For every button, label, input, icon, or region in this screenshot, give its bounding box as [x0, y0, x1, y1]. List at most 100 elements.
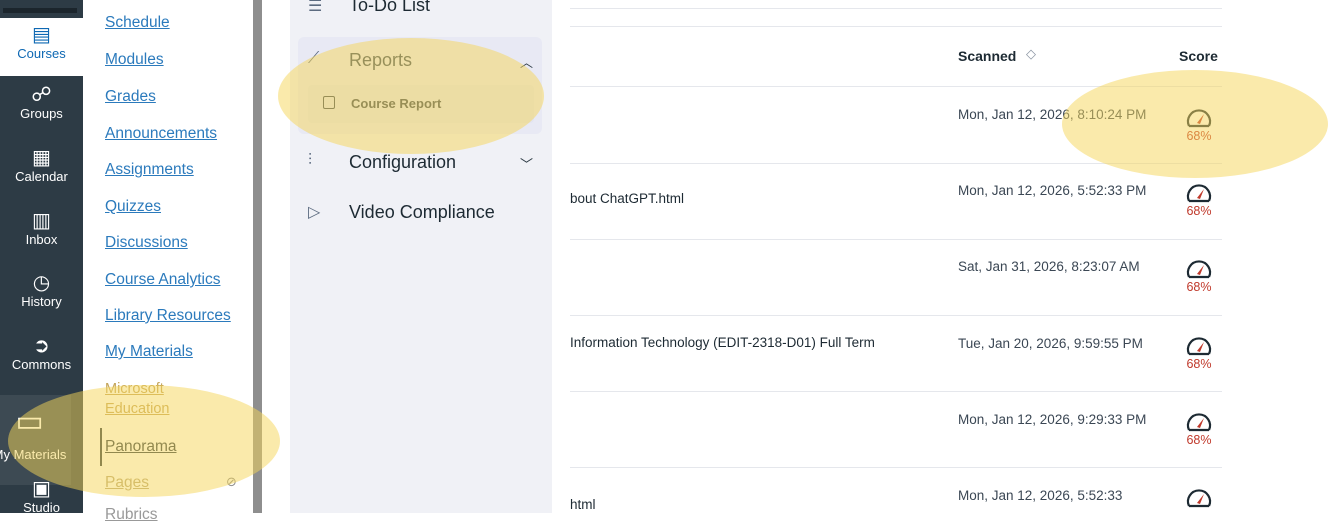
tool-nav-label: Video Compliance — [349, 202, 495, 222]
tool-nav-reports[interactable]: ⟋ Reports ︿ — [298, 37, 542, 83]
row-scanned-date: Mon, Jan 12, 2026, 5:52:33 — [958, 488, 1123, 503]
line-chart-icon: ⟋ — [308, 50, 320, 67]
course-nav-quizzes[interactable]: Quizzes — [105, 197, 161, 216]
course-nav-library-resources[interactable]: Library Resources — [105, 306, 231, 325]
inbox-icon: ▥ — [32, 210, 51, 232]
score-value: 68% — [1186, 204, 1212, 218]
sliders-icon: ⫶ — [308, 152, 313, 169]
tool-nav-video-compliance[interactable]: ▷ Video Compliance — [298, 196, 542, 230]
course-nav-discussions[interactable]: Discussions — [105, 233, 188, 252]
global-nav-label: Inbox — [25, 232, 58, 247]
score-badge — [1179, 486, 1219, 510]
score-value: 68% — [1186, 357, 1212, 371]
course-nav-microsoft-education-line2[interactable]: Education — [105, 400, 170, 419]
divider — [570, 391, 1222, 392]
global-nav-label: Courses — [17, 46, 66, 61]
report-table: Scanned ◇ Score Mon, Jan 12, 2026, 8:10:… — [552, 0, 1330, 513]
tool-nav-label: To-Do List — [349, 0, 431, 15]
score-badge: 68% — [1179, 106, 1219, 143]
global-nav-label: Calendar — [15, 169, 68, 184]
row-title: html — [570, 497, 596, 512]
divider — [570, 467, 1222, 468]
global-nav-label: Commons — [11, 357, 72, 372]
global-nav-label: My Materials — [0, 447, 67, 462]
checklist-icon: ☰ — [308, 0, 323, 15]
chevron-down-icon: ﹀ — [520, 157, 534, 172]
divider — [570, 26, 1222, 27]
course-nav-scrollbar[interactable] — [253, 0, 262, 513]
course-nav-pages[interactable]: Pages — [105, 473, 149, 492]
active-indicator — [100, 428, 102, 466]
global-nav-calendar[interactable]: ▦ Calendar — [0, 147, 83, 185]
divider — [570, 8, 1222, 9]
score-badge: 68% — [1179, 257, 1219, 294]
global-nav-label: Studio — [23, 500, 60, 513]
course-nav-schedule[interactable]: Schedule — [105, 13, 170, 32]
score-value: 68% — [1186, 433, 1212, 447]
score-badge: 68% — [1179, 410, 1219, 447]
global-nav-courses[interactable]: ▤ Courses — [0, 18, 83, 76]
gauge-icon — [1186, 337, 1212, 356]
tool-nav-course-report[interactable]: Course Report — [308, 85, 534, 123]
tool-nav-todo[interactable]: ☰ To-Do List — [298, 0, 542, 21]
tool-nav-label: Reports — [349, 50, 413, 70]
book-icon: ▤ — [32, 24, 51, 46]
gauge-icon — [1186, 184, 1212, 203]
column-header-score[interactable]: Score — [1179, 48, 1218, 64]
global-nav-label: Groups — [20, 106, 63, 121]
nav-top-bar — [3, 8, 77, 13]
hidden-eye-icon: ⊘ — [226, 474, 237, 489]
commons-icon: ➲ — [33, 335, 50, 357]
row-scanned-date: Mon, Jan 12, 2026, 5:52:33 PM — [958, 183, 1147, 198]
video-check-icon: ▷ — [308, 204, 321, 221]
global-nav-my-materials[interactable]: ▭ My Materials — [0, 395, 71, 485]
global-nav-groups[interactable]: ☍ Groups — [0, 84, 83, 122]
document-icon — [323, 96, 335, 109]
course-nav-grades[interactable]: Grades — [105, 87, 156, 106]
tool-nav-configuration[interactable]: ⫶ Configuration ﹀ — [298, 146, 542, 180]
column-header-scanned[interactable]: Scanned — [958, 48, 1016, 64]
groups-icon: ☍ — [31, 84, 52, 106]
row-scanned-date: Mon, Jan 12, 2026, 9:29:33 PM — [958, 412, 1147, 427]
row-title: bout ChatGPT.html — [570, 191, 685, 206]
score-value: 68% — [1186, 129, 1212, 143]
course-nav-modules[interactable]: Modules — [105, 50, 164, 69]
sort-icon[interactable]: ◇ — [1026, 46, 1036, 62]
gauge-icon — [1186, 109, 1212, 128]
tool-sidebar: ☰ To-Do List ⟋ Reports ︿ Course Report ⫶… — [290, 0, 552, 513]
row-title: Information Technology (EDIT-2318-D01) F… — [570, 335, 875, 350]
divider — [570, 239, 1222, 240]
global-nav-history[interactable]: ◷ History — [0, 272, 83, 310]
gauge-icon — [1186, 260, 1212, 279]
gauge-icon — [1186, 489, 1212, 508]
tool-nav-label: Configuration — [349, 152, 457, 172]
global-nav-commons[interactable]: ➲ Commons — [0, 335, 83, 373]
divider — [570, 163, 1222, 164]
score-value: 68% — [1186, 280, 1212, 294]
chevron-up-icon: ︿ — [520, 55, 534, 70]
global-nav: ▤ Courses ☍ Groups ▦ Calendar ▥ Inbox ◷ … — [0, 0, 83, 513]
course-nav-course-analytics[interactable]: Course Analytics — [105, 270, 220, 289]
course-nav-announcements[interactable]: Announcements — [105, 124, 217, 143]
course-nav-assignments[interactable]: Assignments — [105, 160, 194, 179]
global-nav-inbox[interactable]: ▥ Inbox — [0, 210, 83, 248]
global-nav-studio[interactable]: ▣ Studio — [0, 478, 83, 513]
calendar-icon: ▦ — [32, 147, 51, 169]
history-icon: ◷ — [32, 272, 51, 294]
tool-nav-label: Course Report — [351, 96, 442, 111]
studio-icon: ▣ — [32, 478, 51, 500]
global-nav-label: History — [21, 294, 62, 309]
gauge-icon — [1186, 413, 1212, 432]
course-nav: Schedule Modules Grades Announcements As… — [83, 0, 253, 523]
course-nav-microsoft-education[interactable]: Microsoft — [105, 380, 164, 399]
materials-icon: ▭ — [15, 405, 44, 438]
score-badge: 68% — [1179, 181, 1219, 218]
course-nav-my-materials[interactable]: My Materials — [105, 342, 193, 361]
row-scanned-date: Mon, Jan 12, 2026, 8:10:24 PM — [958, 107, 1147, 122]
divider — [570, 315, 1222, 316]
divider — [570, 86, 1222, 87]
row-scanned-date: Sat, Jan 31, 2026, 8:23:07 AM — [958, 259, 1140, 274]
score-badge: 68% — [1179, 334, 1219, 371]
course-nav-rubrics[interactable]: Rubrics — [105, 505, 158, 524]
course-nav-panorama[interactable]: Panorama — [105, 437, 177, 456]
